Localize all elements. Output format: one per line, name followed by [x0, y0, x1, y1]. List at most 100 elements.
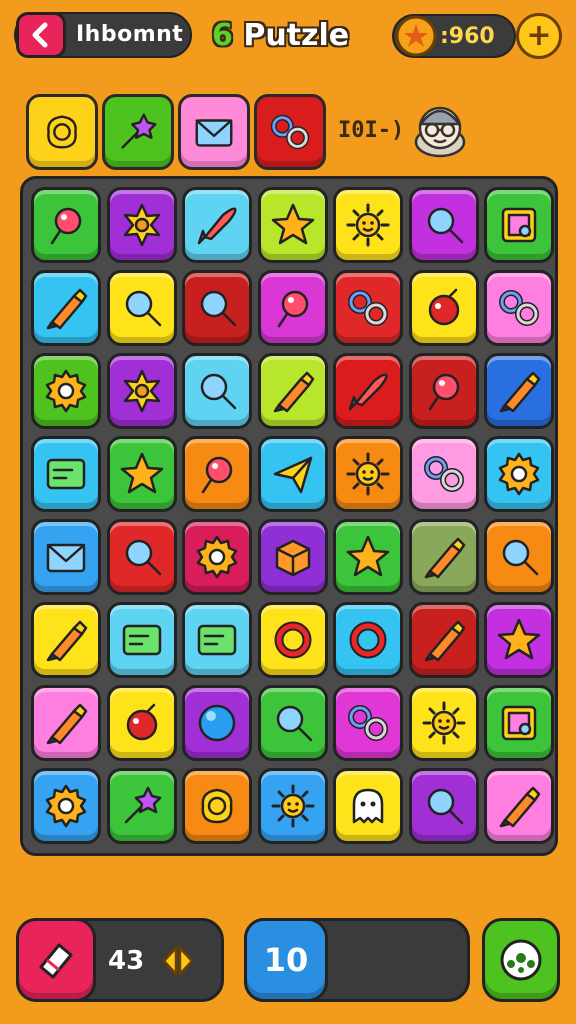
- board-tile[interactable]: [257, 602, 328, 678]
- sun-icon: [346, 203, 390, 247]
- board-tile[interactable]: [106, 436, 177, 512]
- board-tile[interactable]: [408, 353, 479, 429]
- board-tile[interactable]: [106, 187, 177, 263]
- board-tile[interactable]: [106, 768, 177, 844]
- board-tile[interactable]: [333, 768, 403, 844]
- rocket-icon: [348, 373, 388, 411]
- sun-icon: [422, 701, 465, 745]
- page-title: 6 Putzle: [212, 18, 349, 53]
- board-tile[interactable]: [31, 270, 101, 346]
- level-button[interactable]: 10: [244, 918, 328, 1002]
- rocket-icon: [197, 207, 237, 245]
- board-tile[interactable]: [257, 353, 328, 429]
- rings-icon: [270, 114, 310, 150]
- magnifier-icon: [427, 788, 463, 825]
- board-tile[interactable]: [333, 519, 403, 595]
- board-tile[interactable]: [182, 353, 252, 429]
- board-tile[interactable]: [182, 768, 252, 844]
- board-tile[interactable]: [408, 602, 479, 678]
- level-number: 10: [263, 941, 309, 979]
- top-bar: Ihbomnt 6 Putzle :960 +: [0, 0, 576, 80]
- board-tile[interactable]: [31, 602, 101, 678]
- ring-icon: [349, 621, 387, 659]
- board-tile[interactable]: [257, 436, 328, 512]
- magnifier-icon: [427, 207, 463, 244]
- ball-icon: [198, 704, 236, 742]
- board-tile[interactable]: [31, 768, 101, 844]
- board-tile[interactable]: [257, 768, 328, 844]
- rings-icon: [348, 290, 388, 326]
- board-tile[interactable]: [408, 768, 479, 844]
- board-tile[interactable]: [182, 270, 252, 346]
- shuffle-button[interactable]: [482, 918, 560, 1002]
- board-tile[interactable]: [408, 519, 479, 595]
- board-tile[interactable]: [333, 187, 403, 263]
- board-tile[interactable]: [484, 768, 554, 844]
- board-tile[interactable]: [182, 436, 252, 512]
- coin-blob-icon: [47, 115, 77, 149]
- chevron-left-icon: [32, 22, 48, 48]
- board-tile[interactable]: [182, 685, 252, 761]
- board-tile[interactable]: [106, 602, 177, 678]
- star-icon: [346, 535, 390, 577]
- star-icon: [120, 452, 163, 494]
- board-tile[interactable]: [333, 602, 403, 678]
- frame-icon: [501, 207, 537, 243]
- goal-tile: [254, 94, 326, 170]
- board-tile[interactable]: [106, 685, 177, 761]
- board-tile[interactable]: [106, 270, 177, 346]
- back-button[interactable]: [16, 12, 66, 58]
- star-badge-icon: [123, 369, 160, 413]
- board-tile[interactable]: [182, 187, 252, 263]
- board-tile[interactable]: [31, 685, 101, 761]
- eraser-icon: [39, 943, 73, 979]
- board-tile[interactable]: [106, 519, 177, 595]
- rings-icon: [348, 705, 388, 741]
- board-tile[interactable]: [106, 353, 177, 429]
- board-tile[interactable]: [408, 187, 479, 263]
- board-tile[interactable]: [182, 602, 252, 678]
- board-tile[interactable]: [257, 685, 328, 761]
- board-tile[interactable]: [484, 519, 554, 595]
- sun-icon: [346, 452, 390, 496]
- board-tile[interactable]: [333, 270, 403, 346]
- board-tile[interactable]: [408, 685, 479, 761]
- board-tile[interactable]: [484, 353, 554, 429]
- board-tile[interactable]: [182, 519, 252, 595]
- swap-arrows-icon[interactable]: [160, 944, 196, 978]
- magnifier-icon: [200, 373, 237, 410]
- box-icon: [275, 539, 310, 577]
- board-tile[interactable]: [484, 270, 554, 346]
- board-tile[interactable]: [31, 519, 101, 595]
- board-tile[interactable]: [31, 187, 101, 263]
- board-tile[interactable]: [257, 187, 328, 263]
- gear-icon: [45, 784, 87, 828]
- ghost-icon: [352, 788, 384, 824]
- board-tile[interactable]: [333, 685, 403, 761]
- bottom-bar: 43 10: [0, 910, 576, 1010]
- board-tile[interactable]: [31, 353, 101, 429]
- board-tile[interactable]: [333, 436, 403, 512]
- board-tile[interactable]: [408, 270, 479, 346]
- goal-tile: [26, 94, 98, 170]
- board-tile[interactable]: [257, 270, 328, 346]
- gear-icon: [498, 452, 540, 496]
- add-coins-button[interactable]: +: [516, 13, 562, 59]
- board-tile[interactable]: [484, 436, 554, 512]
- bomb-icon: [428, 288, 459, 326]
- board-tile[interactable]: [484, 685, 554, 761]
- title-text: Putzle: [243, 18, 350, 53]
- pin-icon: [50, 207, 82, 245]
- crayon-icon: [424, 537, 465, 579]
- board-tile[interactable]: [257, 519, 328, 595]
- crayon-icon: [46, 703, 88, 745]
- board-tile[interactable]: [333, 353, 403, 429]
- board-tile[interactable]: [31, 436, 101, 512]
- magnifier-icon: [276, 705, 312, 742]
- board-tile[interactable]: [484, 602, 554, 678]
- hammer-booster-button[interactable]: [16, 918, 96, 1002]
- crayon-icon: [46, 288, 88, 330]
- board-tile[interactable]: [408, 436, 479, 512]
- game-board: [20, 176, 558, 856]
- board-tile[interactable]: [484, 187, 554, 263]
